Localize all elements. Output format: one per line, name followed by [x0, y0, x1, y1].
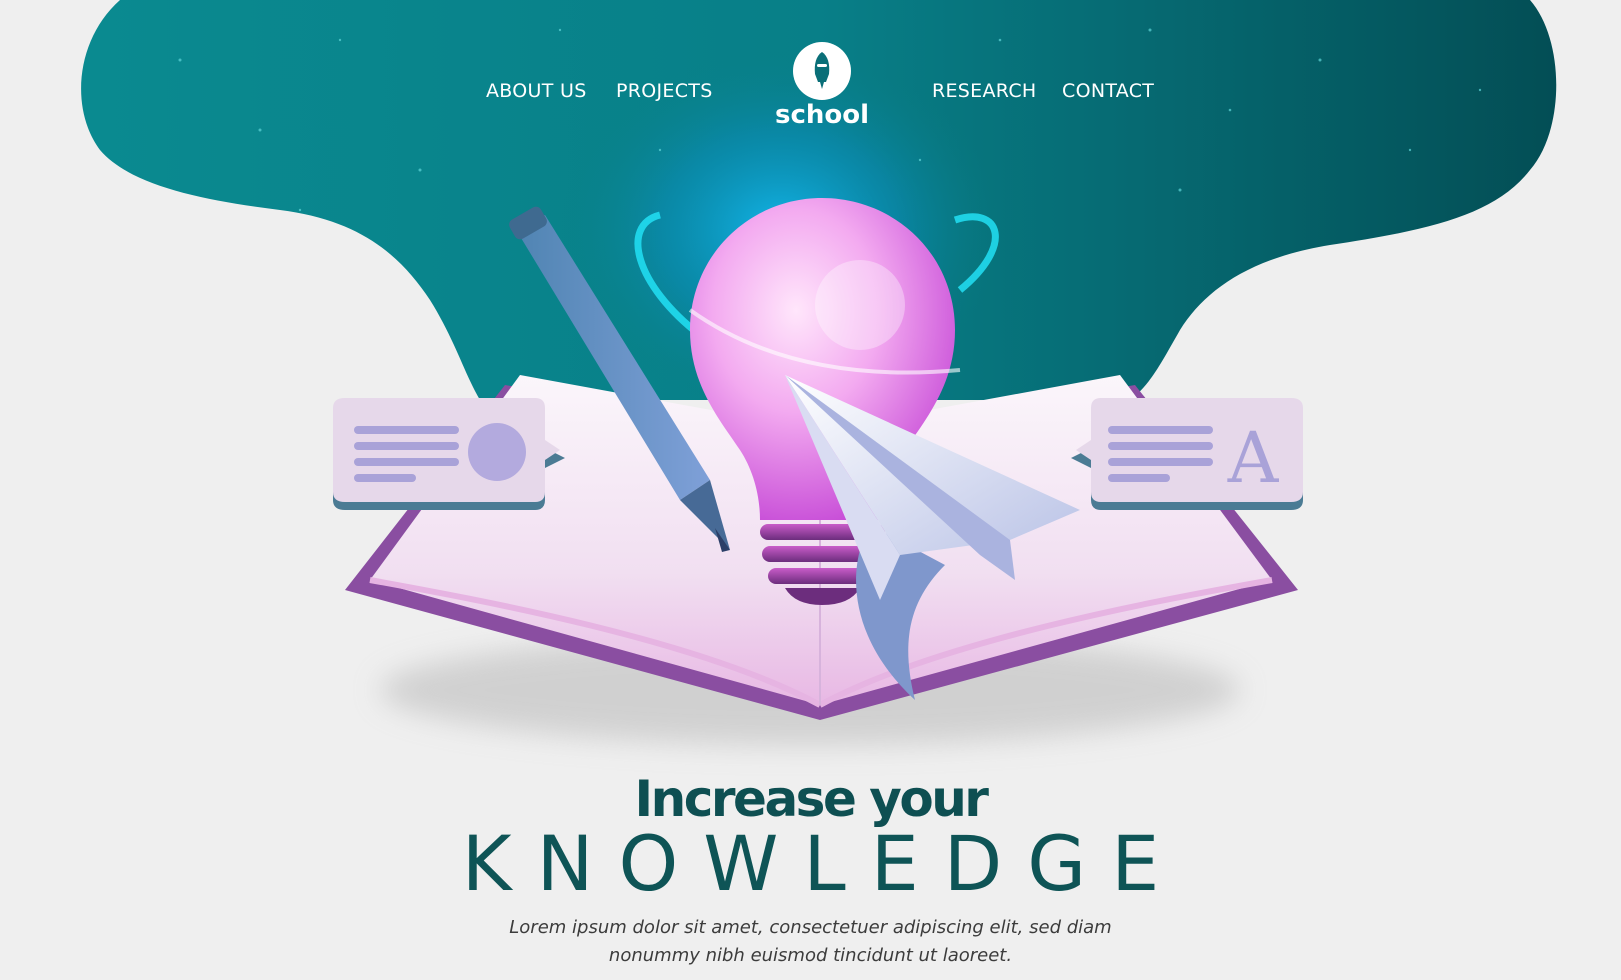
logo-badge — [793, 42, 851, 100]
subheadline: KNOWLEDGE — [461, 819, 1185, 908]
school-logo[interactable]: school — [770, 38, 874, 136]
rocket-icon — [814, 52, 830, 89]
nav-research[interactable]: RESEARCH — [932, 73, 1036, 109]
left-info-card — [333, 398, 565, 510]
landing-page: A ABOUT US PROJECTS RESEARCH CONTACT sch… — [0, 0, 1621, 980]
hero-description: Lorem ipsum dolor sit amet, consectetuer… — [509, 917, 1112, 966]
nav-projects[interactable]: PROJECTS — [616, 73, 713, 109]
nav-contact[interactable]: CONTACT — [1062, 73, 1154, 109]
logo-text: school — [774, 100, 870, 130]
right-info-card: A — [1071, 398, 1303, 510]
nav-about-us[interactable]: ABOUT US — [486, 73, 587, 109]
card-letter: A — [1227, 417, 1280, 499]
